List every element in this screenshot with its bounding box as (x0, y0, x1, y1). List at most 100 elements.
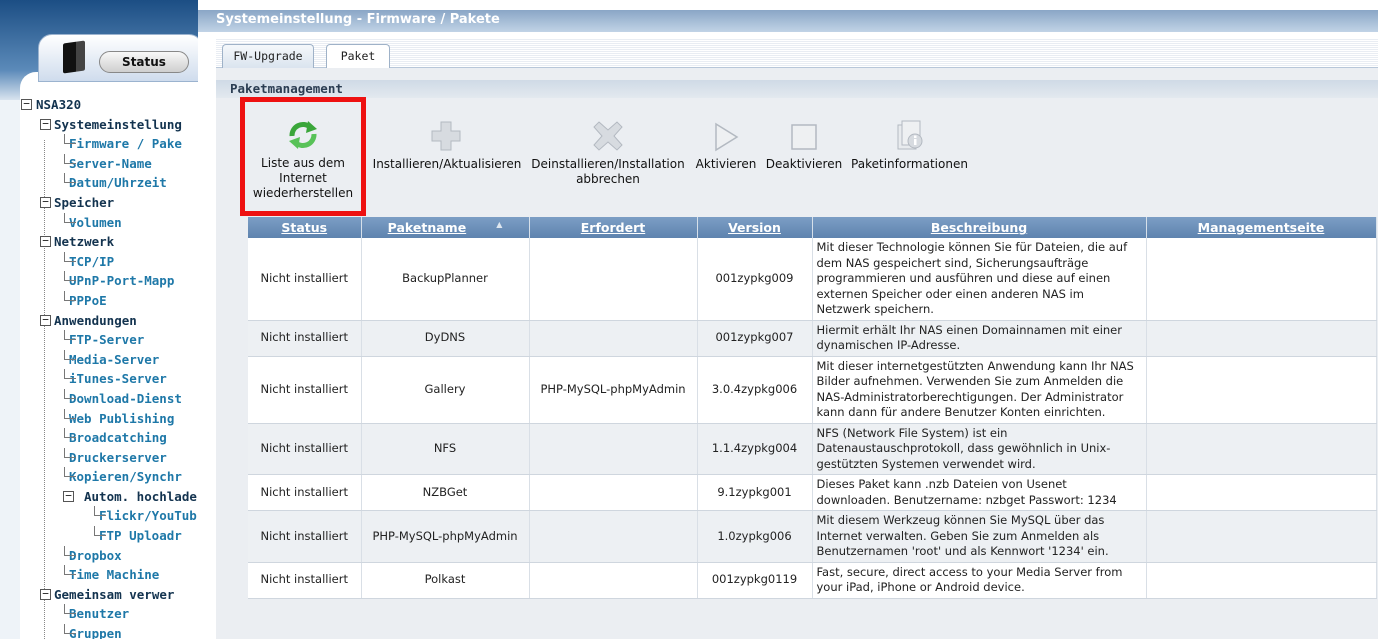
cell-requires (529, 474, 698, 511)
tree-connector (94, 526, 106, 537)
tree-connector (64, 624, 76, 635)
collapse-toggle-icon[interactable]: − (63, 490, 74, 502)
tree-item-label: Dropbox (69, 547, 122, 563)
column-header-managementseite[interactable]: Managementseite (1146, 217, 1377, 238)
deactivate-button[interactable]: Deaktivieren (763, 116, 845, 206)
tree-item-label: Broadcatching (69, 430, 167, 446)
tree-item-label: Speicher (54, 194, 115, 210)
tree-connector (64, 369, 76, 380)
tree-item[interactable]: − Speicher (20, 193, 198, 213)
activate-label: Aktivieren (695, 157, 757, 171)
cell-version: 9.1zypkg001 (697, 474, 813, 511)
tree-item-label: UPnP-Port-Mapp (69, 273, 175, 289)
tree-item-label: Server-Name (69, 155, 152, 171)
tree-item[interactable]: Firmware / Pake (20, 134, 198, 154)
cell-package-name: NFS (361, 423, 530, 475)
tree-item[interactable]: PPPoE (20, 290, 198, 311)
cell-version: 1.1.4zypkg004 (697, 423, 813, 475)
tree-item[interactable]: Druckerserver (20, 447, 198, 468)
status-button[interactable]: Status (99, 51, 189, 73)
tree-item[interactable]: Benutzer (20, 604, 198, 624)
table-row[interactable]: Nicht installiert BackupPlanner 001zypkg00… (248, 238, 1377, 321)
cell-requires (529, 238, 698, 321)
tree-item[interactable]: Broadcatching (20, 428, 198, 448)
tree-connector (64, 349, 76, 360)
cell-status: Nicht installiert (248, 562, 362, 599)
tree-item[interactable]: Dropbox (20, 545, 198, 566)
tree-item-label: Autom. hochlade (84, 488, 197, 504)
tab-paket[interactable]: Paket (326, 44, 390, 70)
tree-item[interactable]: FTP-Server (20, 330, 198, 350)
tree-item[interactable]: UPnP-Port-Mapp (20, 271, 198, 291)
tree-connector (64, 408, 76, 419)
cell-version: 001zypkg009 (697, 238, 813, 321)
tree-item[interactable]: − NSA320 (20, 95, 198, 115)
table-row[interactable]: Nicht installiert NZBGet 9.1zypkg001 Dieses… (248, 474, 1377, 511)
column-header-paketname[interactable]: Paketname ▲ (361, 217, 530, 238)
uninstall-button[interactable]: Deinstallieren/Installation abbrechen (527, 116, 689, 206)
tree-item-label: Anwendungen (54, 312, 137, 328)
tree-item[interactable]: Flickr/YouTub (20, 506, 198, 526)
collapse-toggle-icon[interactable]: − (21, 98, 32, 110)
cell-version: 001zypkg0119 (697, 562, 813, 599)
tree-item[interactable]: iTunes-Server (20, 369, 198, 389)
tree-item[interactable]: TCP/IP (20, 251, 198, 272)
package-info-button[interactable]: Paketinformationen (847, 116, 972, 206)
cell-description: Mit diesem Werkzeug können Sie MySQL übe… (812, 510, 1147, 563)
collapse-toggle-icon[interactable]: − (40, 235, 51, 248)
cell-status: Nicht installiert (248, 474, 362, 511)
tree-connector (64, 545, 76, 556)
tree-item[interactable]: Server-Name (20, 153, 198, 174)
tree-item[interactable]: − Autom. hochlade (20, 487, 198, 507)
collapse-toggle-icon[interactable]: − (40, 314, 51, 326)
cell-management-page (1146, 510, 1377, 563)
column-header-status[interactable]: Status (248, 217, 362, 238)
tree-item[interactable]: − Anwendungen (20, 311, 198, 331)
cell-management-page (1146, 320, 1377, 357)
tree-item[interactable]: Media-Server (20, 349, 198, 370)
table-row[interactable]: Nicht installiert NFS 1.1.4zypkg004 NFS (Ne… (248, 423, 1377, 475)
tab-fw-upgrade[interactable]: FW-Upgrade (222, 44, 314, 69)
activate-button[interactable]: Aktivieren (691, 116, 761, 206)
table-row[interactable]: Nicht installiert PHP-MySQL-phpMyAdmin 1.0… (248, 510, 1377, 563)
tree-item[interactable]: Time Machine (20, 565, 198, 585)
tree-item[interactable]: Kopieren/Synchr (20, 467, 198, 487)
tab-bar: FW-Upgrade Paket (216, 38, 1378, 70)
tree-item-label: Datum/Uhrzeit (69, 175, 167, 191)
sidebar: Status − NSA320− Systemeinstellung Firmware… (0, 0, 198, 639)
tree-item-label: Gruppen (69, 626, 122, 639)
tree-item-label: Media-Server (69, 351, 160, 367)
column-header-beschreibung[interactable]: Beschreibung (812, 217, 1147, 238)
package-table-body: Nicht installiert BackupPlanner 001zypkg00… (248, 238, 1377, 599)
status-tab[interactable]: Status (38, 34, 198, 82)
table-row[interactable]: Nicht installiert DyDNS 001zypkg007 Hiermit… (248, 320, 1377, 357)
tree-item[interactable]: Datum/Uhrzeit (20, 173, 198, 193)
table-row[interactable]: Nicht installiert Gallery PHP-MySQL-phpMyA… (248, 356, 1377, 424)
cell-version: 001zypkg007 (697, 320, 813, 357)
tree-item[interactable]: FTP Uploadr (20, 526, 198, 546)
column-header-version[interactable]: Version (697, 217, 813, 238)
stop-icon (791, 124, 817, 150)
cell-status: Nicht installiert (248, 510, 362, 563)
package-info-label: Paketinformationen (851, 157, 968, 171)
tree-connector (64, 271, 76, 282)
tree-item[interactable]: Web Publishing (20, 408, 198, 429)
column-header-erfordert[interactable]: Erfordert (529, 217, 698, 238)
cell-description: Hiermit erhält Ihr NAS einen Domainnamen… (812, 320, 1147, 357)
cell-management-page (1146, 423, 1377, 475)
cell-management-page (1146, 474, 1377, 511)
tree-item[interactable]: Gruppen (20, 624, 198, 639)
collapse-toggle-icon[interactable]: − (40, 588, 51, 600)
tree-connector (64, 467, 76, 478)
tree-item[interactable]: − Netzwerk (20, 232, 198, 252)
install-update-button[interactable]: Installieren/Aktualisieren (368, 116, 526, 206)
tree-item[interactable]: Download-Dienst (20, 388, 198, 409)
cell-requires (529, 510, 698, 563)
tree-item[interactable]: − Systemeinstellung (20, 115, 198, 135)
collapse-toggle-icon[interactable]: − (40, 196, 51, 208)
table-row[interactable]: Nicht installiert Polkast 001zypkg0119 Fast… (248, 562, 1377, 599)
cross-icon (593, 121, 623, 151)
tree-item[interactable]: − Gemeinsam verwer (20, 585, 198, 605)
collapse-toggle-icon[interactable]: − (40, 118, 51, 130)
tree-item[interactable]: Volumen (20, 212, 198, 233)
